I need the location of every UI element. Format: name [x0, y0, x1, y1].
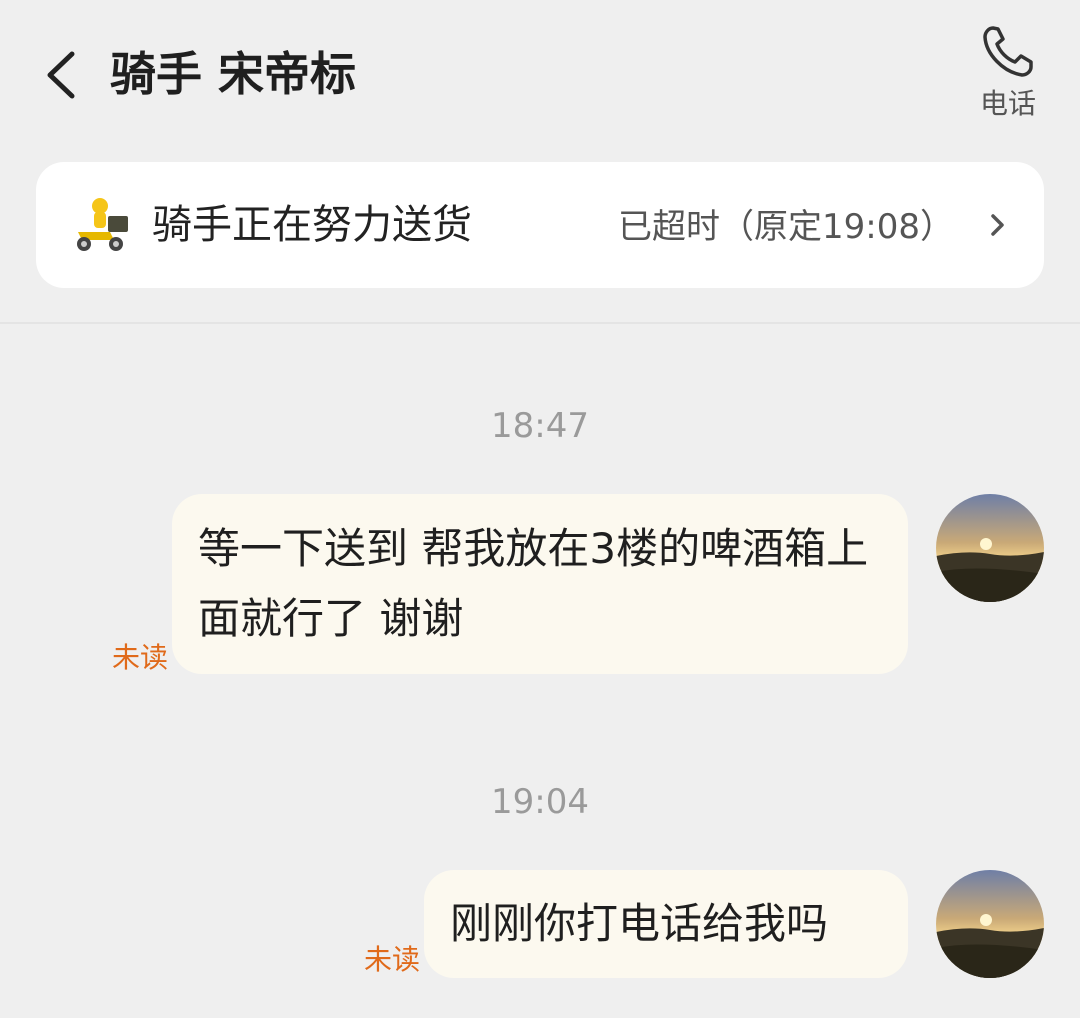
timestamp: 18:47 — [491, 406, 589, 446]
message-bubble[interactable]: 刚刚你打电话给我吗 — [424, 870, 908, 978]
sunset-avatar-image — [936, 494, 1044, 602]
avatar[interactable] — [936, 870, 1044, 978]
sunset-avatar-image — [936, 870, 1044, 978]
unread-status: 未读 — [364, 943, 421, 976]
timestamp: 19:04 — [491, 782, 589, 822]
back-button[interactable] — [36, 40, 96, 110]
delivery-status-text: 骑手正在努力送货 — [152, 202, 472, 248]
delivery-status-card[interactable]: 骑手正在努力送货 已超时（原定19:08） — [36, 162, 1044, 288]
call-label: 电话 — [979, 87, 1036, 120]
header: 骑手 宋帝标 电话 — [0, 0, 1080, 150]
chevron-right-icon — [991, 214, 1004, 236]
chat-screen: 骑手 宋帝标 电话 骑手正在努力送货 已超时（原定19:08） 18:47 未读… — [0, 0, 1080, 1018]
call-button[interactable]: 电话 — [960, 18, 1056, 130]
unread-status: 未读 — [112, 641, 169, 674]
message-bubble[interactable]: 等一下送到 帮我放在3楼的啤酒箱上面就行了 谢谢 — [172, 494, 908, 674]
avatar[interactable] — [936, 494, 1044, 602]
overtime-text: 已超时（原定19:08） — [618, 207, 954, 247]
page-title: 骑手 宋帝标 — [110, 47, 357, 101]
chevron-left-icon — [47, 51, 75, 99]
delivery-scooter-icon — [77, 198, 128, 251]
divider — [0, 322, 1080, 324]
phone-icon — [983, 26, 1033, 77]
